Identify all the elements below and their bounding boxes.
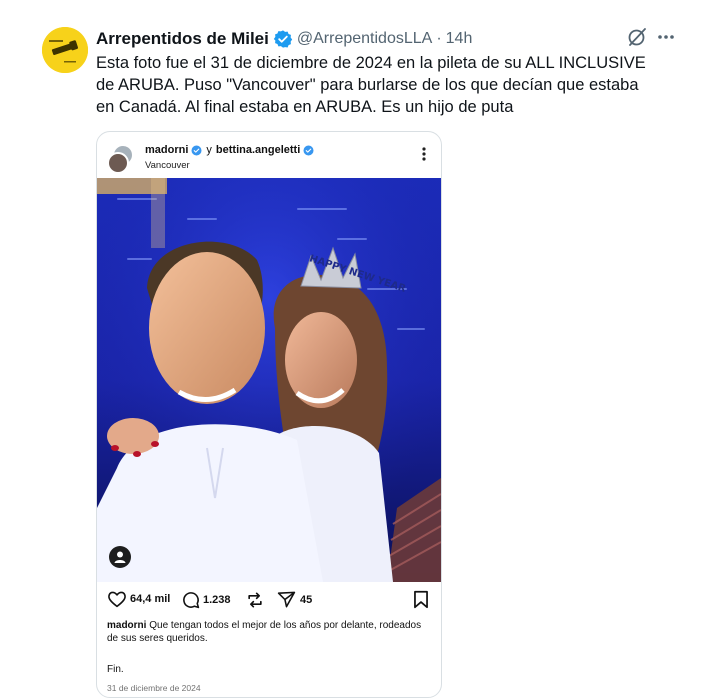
instagram-post-header: madorni y bettina.angeletti Vancouver — [97, 132, 441, 178]
instagram-usernames: madorni y bettina.angeletti — [145, 144, 318, 156]
like-action[interactable]: 64,4 mil — [107, 590, 170, 608]
caption-username[interactable]: madorni — [107, 620, 146, 631]
avatar[interactable] — [107, 152, 129, 174]
post-caption: madorni Que tengan todos el mejor de los… — [107, 619, 429, 645]
post-photo: HAPPY NEW YEAR — [97, 178, 441, 582]
grok-icon[interactable] — [626, 26, 648, 48]
post-date: 31 de diciembre de 2024 — [107, 683, 201, 693]
caption-fin: Fin. — [107, 664, 124, 675]
send-icon — [277, 591, 296, 608]
post-location: Vancouver — [145, 160, 190, 171]
instagram-username[interactable]: bettina.angeletti — [216, 144, 300, 156]
comment-icon — [183, 592, 200, 609]
repost-icon — [248, 592, 262, 608]
save-action[interactable] — [413, 590, 429, 609]
person-icon — [114, 551, 126, 563]
profile-avatar[interactable] — [42, 27, 88, 73]
tweet-header: Arrepentidos de Milei @ArrepentidosLLA ·… — [96, 28, 472, 50]
repost-action[interactable] — [245, 590, 265, 610]
tweet-timestamp[interactable]: 14h — [446, 30, 473, 48]
instagram-actions: 64,4 mil 1.238 45 — [107, 590, 433, 612]
likes-count: 64,4 mil — [130, 593, 171, 605]
share-action[interactable]: 45 — [277, 590, 312, 609]
display-name[interactable]: Arrepentidos de Milei — [96, 29, 269, 49]
user-handle[interactable]: @ArrepentidosLLA — [297, 30, 432, 48]
shares-count: 45 — [300, 593, 313, 606]
caption-text: Que tengan todos el mejor de los años po… — [107, 620, 422, 644]
instagram-username[interactable]: madorni — [145, 144, 188, 156]
username-connector: y — [206, 144, 212, 156]
comments-count: 1.238 — [203, 593, 231, 606]
embedded-image-card[interactable]: madorni y bettina.angeletti Vancouver HA… — [96, 131, 442, 698]
separator-dot: · — [436, 30, 442, 47]
verified-badge-icon — [273, 30, 293, 48]
more-vertical-icon — [422, 147, 426, 161]
tweet-text: Esta foto fue el 31 de diciembre de 2024… — [96, 54, 646, 116]
heart-icon — [108, 591, 126, 608]
verified-badge-icon — [191, 145, 202, 155]
chainsaw-logo-icon — [42, 27, 88, 73]
tagged-people-button[interactable] — [109, 546, 131, 568]
bookmark-icon — [414, 590, 428, 609]
comment-action[interactable]: 1.238 — [181, 590, 231, 609]
more-options-icon[interactable] — [655, 26, 677, 48]
verified-badge-icon — [303, 145, 314, 155]
